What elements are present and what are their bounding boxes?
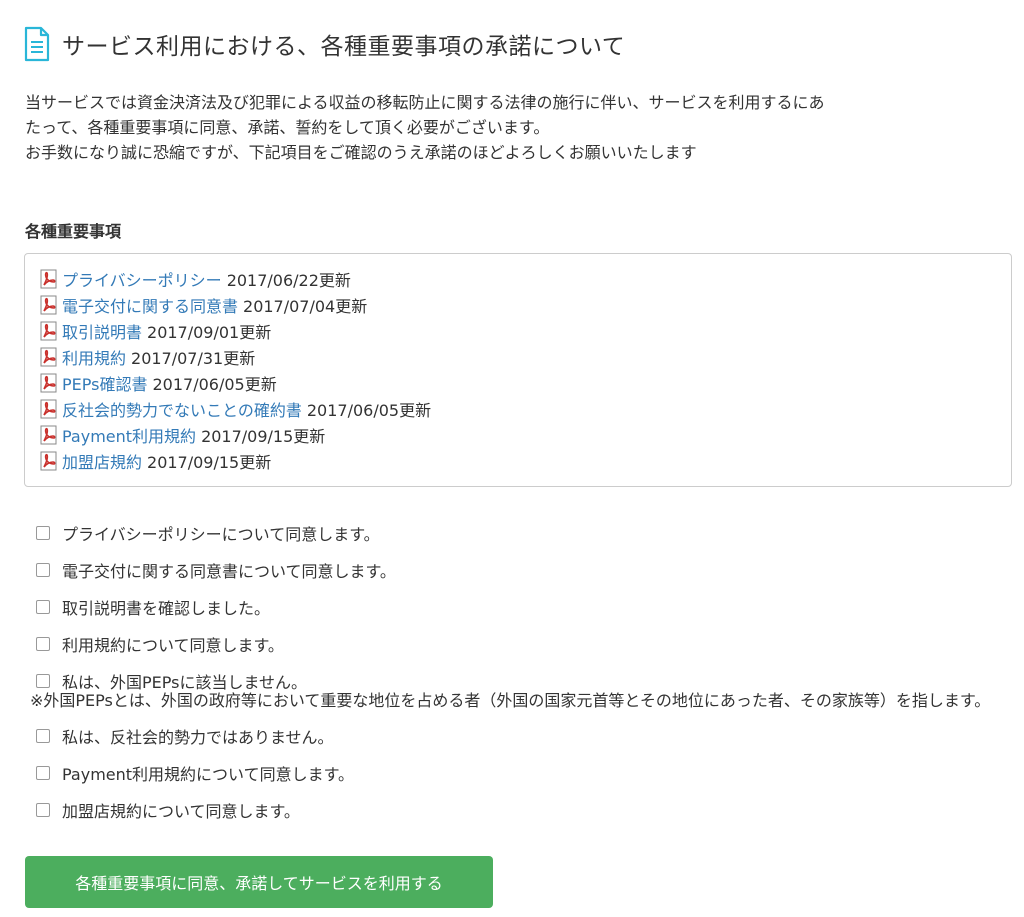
agreement-transaction-explanation[interactable]: 取引説明書を確認しました。 [34,588,1014,625]
agreement-checklist: プライバシーポリシーについて同意します。 電子交付に関する同意書について同意しま… [30,514,1014,828]
agreement-merchant-terms[interactable]: 加盟店規約について同意します。 [34,791,1014,828]
intro-line: 当サービスでは資金決済法及び犯罪による収益の移転防止に関する法律の施行に伴い、サ… [25,93,825,112]
page: サービス利用における、各種重要事項の承諾について 当サービスでは資金決済法及び犯… [0,0,1024,917]
document-link-terms-of-use[interactable]: 利用規約 [62,345,126,369]
agreement-label: 利用規約について同意します。 [62,635,284,655]
document-icon [24,26,50,62]
document-link-electronic-delivery[interactable]: 電子交付に関する同意書 [62,293,238,317]
pdf-icon [40,425,57,445]
document-link-anti-social-pledge[interactable]: 反社会的勢力でないことの確約書 [62,397,302,421]
document-link-transaction-explanation[interactable]: 取引説明書 [62,319,142,343]
document-date: 2017/06/22更新 [226,271,351,290]
checkbox[interactable] [36,525,50,540]
document-date: 2017/06/05更新 [306,401,432,420]
documents-heading: 各種重要事項 [25,222,122,241]
agreement-label: プライバシーポリシーについて同意します。 [62,524,380,544]
agreement-payment-terms[interactable]: Payment利用規約について同意します。 [34,754,1014,791]
agreement-terms-of-use[interactable]: 利用規約について同意します。 [34,625,1014,662]
checkbox[interactable] [36,636,50,651]
intro-text: 当サービスでは資金決済法及び犯罪による収益の移転防止に関する法律の施行に伴い、サ… [25,90,1010,165]
pdf-icon [40,347,57,367]
document-date: 2017/07/31更新 [131,349,256,368]
documents-list: プライバシーポリシー 2017/06/22更新 電子交付に関する同意書 2017… [24,253,1012,487]
checkbox[interactable] [36,802,50,817]
agreement-label: 加盟店規約について同意します。 [62,801,300,821]
checkbox[interactable] [36,728,50,743]
document-link-payment-terms[interactable]: Payment利用規約 [62,423,196,447]
document-item: 電子交付に関する同意書 2017/07/04更新 [39,292,997,318]
document-date: 2017/07/04更新 [243,297,368,316]
pdf-icon [40,321,57,341]
document-item: 取引説明書 2017/09/01更新 [39,318,997,344]
document-date: 2017/06/05更新 [152,375,277,394]
agreement-electronic-delivery[interactable]: 電子交付に関する同意書について同意します。 [34,551,1014,588]
pdf-icon [40,399,57,419]
document-date: 2017/09/15更新 [201,427,326,446]
document-item: PEPs確認書 2017/06/05更新 [39,370,997,396]
pdf-icon [40,269,57,289]
agreement-label: 取引説明書を確認しました。 [62,598,271,618]
document-item: 利用規約 2017/07/31更新 [39,344,997,370]
document-date: 2017/09/01更新 [147,323,272,342]
checkbox[interactable] [36,765,50,780]
agreement-label: 私は、外国PEPsに該当しません。 [62,672,307,692]
document-item: 反社会的勢力でないことの確約書 2017/06/05更新 [39,396,997,422]
agreement-privacy-policy[interactable]: プライバシーポリシーについて同意します。 [34,514,1014,551]
document-item: 加盟店規約 2017/09/15更新 [39,448,997,474]
page-header: サービス利用における、各種重要事項の承諾について [24,24,625,64]
checkbox[interactable] [36,562,50,577]
document-link-privacy-policy[interactable]: プライバシーポリシー [62,267,222,291]
pdf-icon [40,373,57,393]
document-link-peps-confirmation[interactable]: PEPs確認書 [62,371,147,395]
document-link-merchant-terms[interactable]: 加盟店規約 [62,449,142,473]
intro-line: たって、各種重要事項に同意、承諾、誓約をして頂く必要がございます。 [25,118,550,137]
agreement-not-anti-social[interactable]: 私は、反社会的勢力ではありません。 [34,717,1014,754]
document-item: プライバシーポリシー 2017/06/22更新 [39,266,997,292]
document-item: Payment利用規約 2017/09/15更新 [39,422,997,448]
agree-and-use-service-button[interactable]: 各種重要事項に同意、承諾してサービスを利用する [25,856,493,908]
peps-note: ※外国PEPsとは、外国の政府等において重要な地位を占める者（外国の国家元首等と… [30,691,991,710]
document-date: 2017/09/15更新 [147,453,272,472]
intro-line: お手数になり誠に恐縮ですが、下記項目をご確認のうえ承諾のほどよろしくお願いいたし… [25,143,697,162]
checkbox[interactable] [36,673,50,688]
agreement-label: 電子交付に関する同意書について同意します。 [62,561,396,581]
page-title: サービス利用における、各種重要事項の承諾について [62,34,626,60]
agreement-label: 私は、反社会的勢力ではありません。 [62,727,334,747]
checkbox[interactable] [36,599,50,614]
agreement-label: Payment利用規約について同意します。 [62,764,354,784]
pdf-icon [40,295,57,315]
pdf-icon [40,451,57,471]
